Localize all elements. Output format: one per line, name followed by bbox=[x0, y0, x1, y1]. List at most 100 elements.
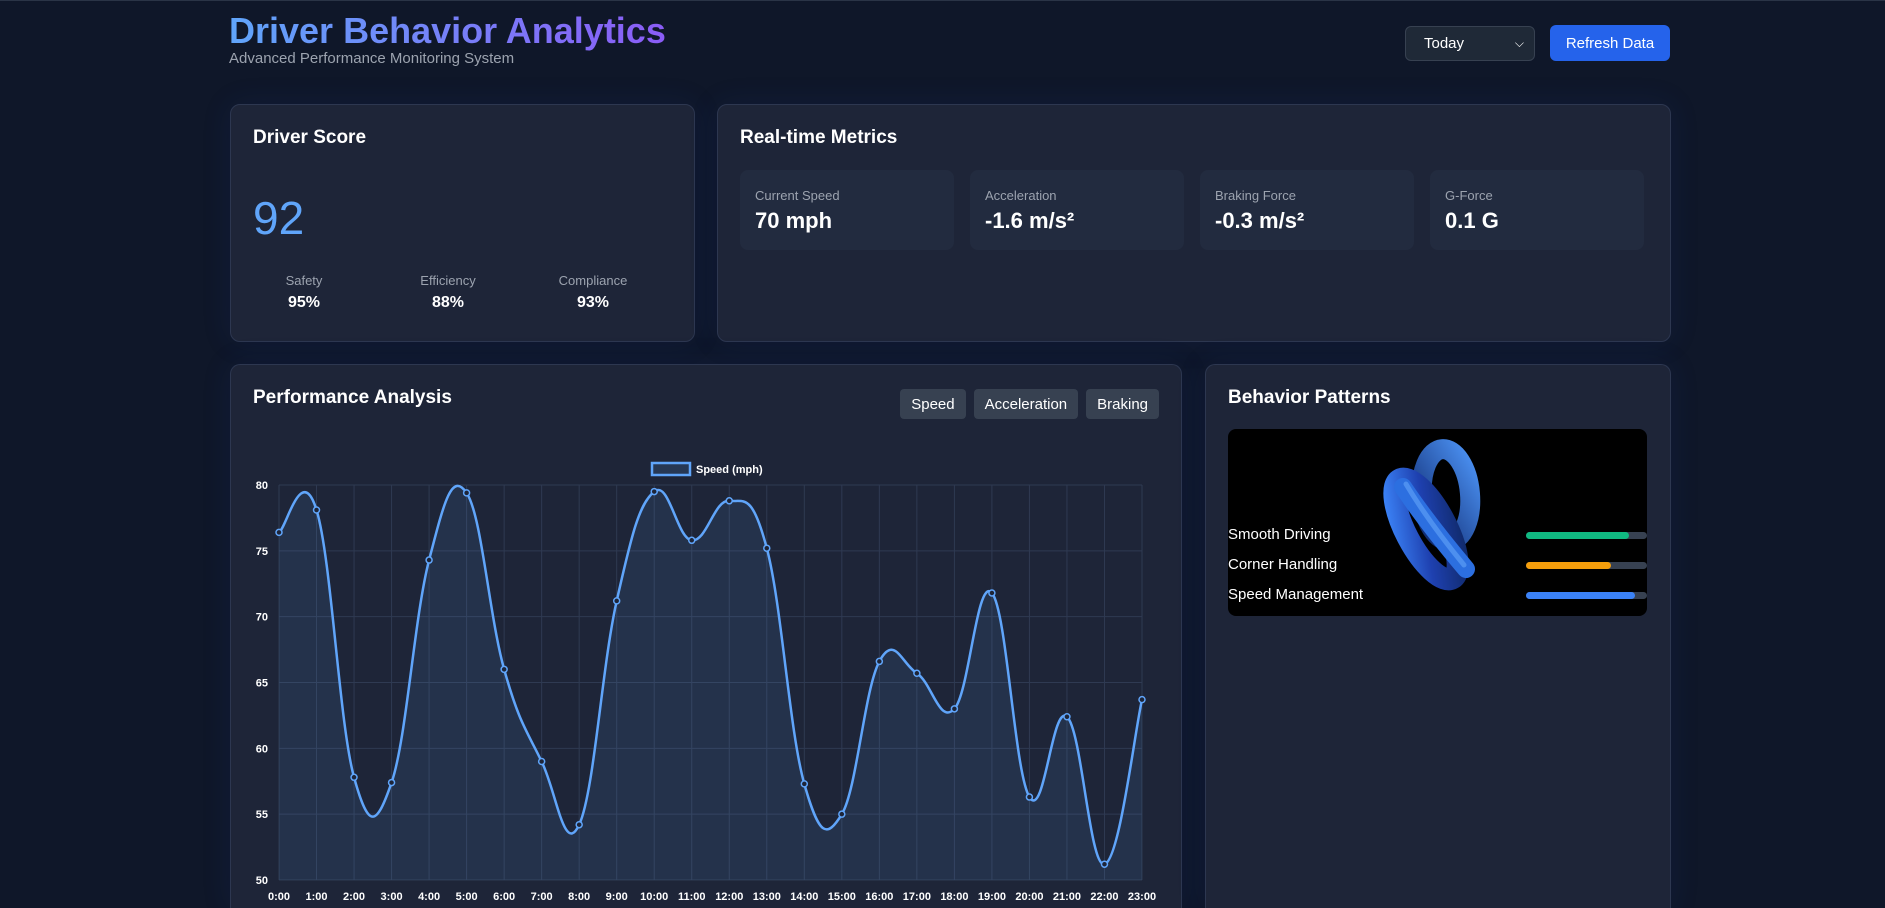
speed-data-point bbox=[275, 528, 283, 537]
speed-data-point bbox=[988, 589, 996, 597]
pattern-bar bbox=[1526, 562, 1647, 569]
speed-data-point bbox=[838, 810, 846, 818]
x-tick-label: 20:00 bbox=[1015, 891, 1043, 903]
pattern-bar-fill bbox=[1526, 562, 1611, 569]
realtime-metrics-card: Real-time Metrics Current Speed 70 mph A… bbox=[717, 104, 1671, 342]
page-header: Driver Behavior Analytics Advanced Perfo… bbox=[229, 9, 1671, 79]
metric-label: Current Speed bbox=[755, 188, 840, 203]
speed-data-point bbox=[687, 536, 696, 545]
x-tick-label: 2:00 bbox=[343, 891, 365, 903]
speed-data-point bbox=[500, 665, 508, 674]
speed-data-point bbox=[800, 780, 809, 788]
speed-data-point bbox=[462, 489, 471, 497]
speed-data-point bbox=[763, 544, 771, 552]
x-tick-label: 4:00 bbox=[418, 891, 440, 903]
x-tick-label: 17:00 bbox=[903, 891, 931, 903]
compliance-value: 93% bbox=[576, 294, 610, 311]
y-tick-label: 75 bbox=[256, 546, 268, 558]
speed-data-point bbox=[575, 820, 583, 829]
pattern-bar-fill bbox=[1526, 592, 1635, 599]
metric-label: Braking Force bbox=[1215, 188, 1296, 203]
legend-swatch bbox=[650, 461, 692, 477]
metric-value: 0.1 G bbox=[1445, 208, 1499, 233]
efficiency-label: Efficiency bbox=[420, 273, 476, 288]
x-tick-label: 23:00 bbox=[1128, 891, 1156, 903]
speed-data-point bbox=[612, 597, 621, 605]
driver-score-title: Driver Score bbox=[253, 127, 367, 148]
metric-current-speed: Current Speed 70 mph bbox=[740, 170, 954, 250]
performance-analysis-card: Performance Analysis Speed Acceleration … bbox=[230, 364, 1182, 908]
x-tick-label: 16:00 bbox=[865, 891, 893, 903]
y-tick-label: 70 bbox=[256, 612, 268, 624]
x-tick-label: 15:00 bbox=[828, 891, 856, 903]
x-tick-label: 19:00 bbox=[978, 891, 1006, 903]
metric-g-force: G-Force 0.1 G bbox=[1430, 170, 1644, 250]
speed-data-point bbox=[875, 657, 884, 666]
metric-acceleration: Acceleration -1.6 m/s² bbox=[970, 170, 1184, 250]
x-tick-label: 18:00 bbox=[940, 891, 968, 903]
speed-data-point bbox=[650, 487, 658, 496]
efficiency-score: Efficiency 88% bbox=[378, 273, 518, 312]
x-tick-label: 8:00 bbox=[568, 891, 590, 903]
pattern-bar bbox=[1526, 592, 1647, 599]
page-title: Driver Behavior Analytics bbox=[229, 10, 666, 51]
speed-data-point bbox=[1063, 712, 1071, 721]
metric-value: 70 mph bbox=[755, 208, 833, 233]
pattern-label: Smooth Driving bbox=[1228, 526, 1331, 543]
driver-score-card: Driver Score 92 Safety 95% Efficiency 88… bbox=[230, 104, 695, 342]
speed-data-point bbox=[725, 497, 734, 505]
x-tick-label: 9:00 bbox=[606, 891, 628, 903]
metric-label: Acceleration bbox=[985, 188, 1057, 203]
compliance-label: Compliance bbox=[558, 273, 628, 288]
legend-label: Speed (mph) bbox=[696, 464, 763, 476]
speed-line-chart: 50 55 60 65 70 75 80 0:00 1:00 2:00 3:00 4:00 5:00 6:… bbox=[256, 461, 1156, 903]
x-tick-label: 10:00 bbox=[640, 891, 668, 903]
x-tick-label: 21:00 bbox=[1053, 891, 1081, 903]
metric-braking-force: Braking Force -0.3 m/s² bbox=[1200, 170, 1414, 250]
x-tick-label: 0:00 bbox=[268, 891, 290, 903]
behavior-patterns-card: Behavior Patterns Smooth Driving Corner … bbox=[1205, 364, 1671, 908]
behavior-patterns-title: Behavior Patterns bbox=[1228, 387, 1391, 408]
speed-data-point bbox=[537, 757, 546, 766]
pattern-bar bbox=[1526, 532, 1647, 539]
speed-data-point bbox=[1138, 695, 1146, 704]
pattern-label: Speed Management bbox=[1228, 586, 1364, 603]
speed-data-point bbox=[387, 778, 396, 787]
chevron-down-icon: ⌵ bbox=[1514, 36, 1524, 50]
pattern-smooth-driving: Smooth Driving bbox=[1228, 526, 1648, 546]
x-tick-label: 13:00 bbox=[753, 891, 781, 903]
driver-score-value: 92 bbox=[253, 192, 305, 244]
y-tick-label: 80 bbox=[256, 480, 268, 492]
x-tick-label: 14:00 bbox=[790, 891, 818, 903]
refresh-data-button[interactable]: Refresh Data bbox=[1550, 25, 1670, 61]
metric-label: G-Force bbox=[1445, 188, 1493, 203]
safety-score: Safety 95% bbox=[234, 273, 374, 312]
speed-data-point bbox=[950, 705, 959, 713]
compliance-score: Compliance 93% bbox=[523, 273, 663, 312]
metric-value: -1.6 m/s² bbox=[985, 208, 1075, 233]
speed-data-point bbox=[350, 773, 358, 782]
x-tick-label: 1:00 bbox=[306, 891, 328, 903]
pattern-bar-fill bbox=[1526, 532, 1629, 539]
pattern-label: Corner Handling bbox=[1228, 556, 1338, 573]
efficiency-value: 88% bbox=[431, 294, 465, 311]
x-tick-label: 12:00 bbox=[715, 891, 743, 903]
pattern-corner-handling: Corner Handling bbox=[1228, 556, 1648, 576]
safety-value: 95% bbox=[287, 294, 321, 311]
speed-data-point bbox=[1100, 860, 1109, 868]
period-select[interactable]: Today ⌵ bbox=[1405, 26, 1535, 61]
y-tick-label: 50 bbox=[256, 875, 268, 887]
speed-data-point bbox=[1025, 793, 1034, 801]
x-tick-label: 22:00 bbox=[1090, 891, 1118, 903]
x-tick-label: 5:00 bbox=[456, 891, 478, 903]
speed-data-point bbox=[425, 556, 433, 564]
period-select-value: Today bbox=[1424, 35, 1465, 52]
y-tick-label: 55 bbox=[256, 809, 268, 821]
pattern-speed-management: Speed Management bbox=[1228, 586, 1648, 606]
x-tick-label: 6:00 bbox=[493, 891, 515, 903]
realtime-metrics-title: Real-time Metrics bbox=[740, 127, 898, 148]
metric-value: -0.3 m/s² bbox=[1215, 208, 1305, 233]
safety-label: Safety bbox=[285, 273, 323, 288]
speed-data-point bbox=[913, 669, 921, 678]
y-tick-label: 60 bbox=[256, 743, 268, 755]
